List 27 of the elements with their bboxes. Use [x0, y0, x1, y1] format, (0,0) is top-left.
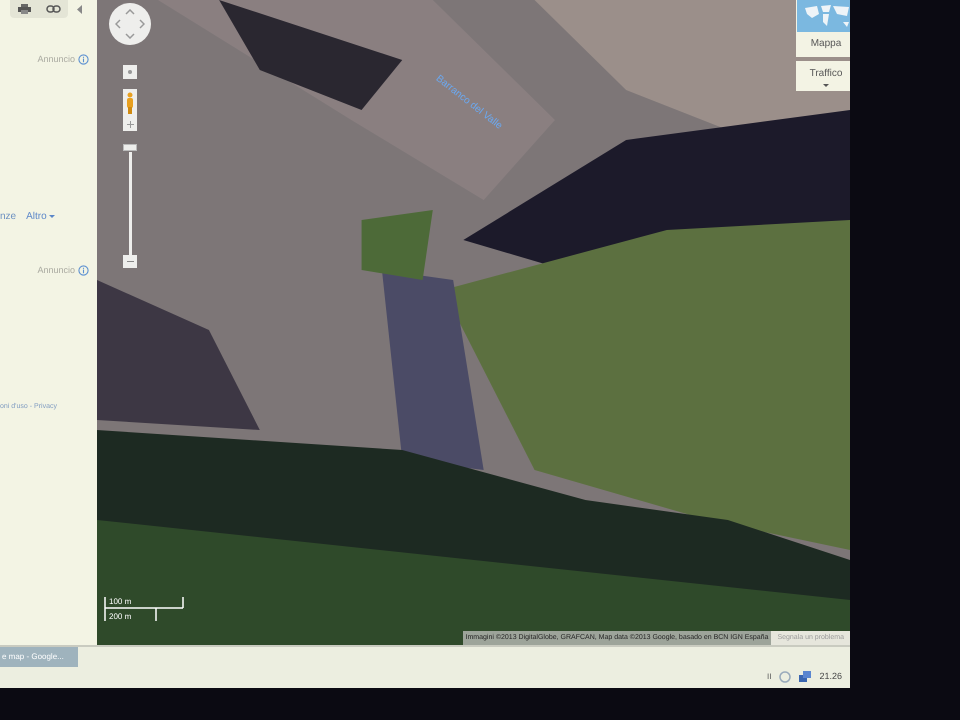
- zoom-handle[interactable]: [123, 144, 137, 151]
- collapse-arrow-icon[interactable]: [77, 4, 82, 14]
- traffic-button[interactable]: Traffico: [796, 61, 850, 91]
- scale-label: 200 m: [109, 611, 132, 623]
- info-icon[interactable]: [78, 264, 89, 276]
- more-link[interactable]: Altro: [26, 208, 55, 224]
- link-icon[interactable]: [46, 5, 60, 13]
- zoom-slider-track[interactable]: [129, 152, 132, 255]
- map-type-button[interactable]: Mappa: [796, 0, 850, 57]
- info-icon[interactable]: [78, 54, 89, 66]
- ad-label: Annuncio: [37, 53, 75, 66]
- print-icon[interactable]: [18, 4, 30, 14]
- arrows-icon: [115, 9, 145, 39]
- menu-link[interactable]: nze: [0, 208, 16, 224]
- world-map-icon: [797, 0, 850, 32]
- taskbar-window-button[interactable]: e map - Google...: [0, 647, 78, 667]
- network-icon[interactable]: [799, 670, 812, 682]
- sync-icon[interactable]: [779, 670, 792, 682]
- street-view-control[interactable]: [123, 89, 137, 131]
- person-icon: [126, 92, 134, 114]
- clock: 21.26: [819, 670, 842, 683]
- language-indicator[interactable]: II: [767, 670, 772, 682]
- zoom-out-button[interactable]: [123, 255, 137, 268]
- scale-label: 100 m: [109, 596, 132, 608]
- ad-label: Annuncio: [37, 264, 75, 276]
- locate-button[interactable]: [123, 65, 137, 79]
- plus-icon: [126, 120, 134, 128]
